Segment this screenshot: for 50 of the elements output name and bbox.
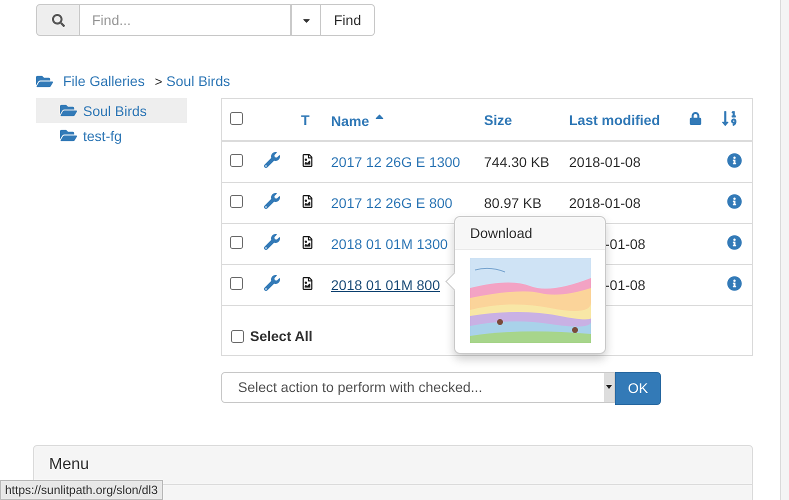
table-cell: 744.30 KB [484,154,550,170]
ok-button[interactable]: OK [615,372,661,404]
table-cell-text: -01-08 [604,276,646,292]
checkbox[interactable] [230,236,243,248]
tree-item[interactable]: Soul Birds [36,98,187,123]
info-icon[interactable] [727,276,742,290]
image-file-icon [301,194,314,208]
select-all-label[interactable]: Select All [250,328,313,344]
column-header[interactable]: Name [331,113,370,129]
checkbox[interactable] [231,330,244,342]
checkbox[interactable] [230,112,243,124]
breadcrumb-link[interactable]: Soul Birds [166,73,230,89]
breadcrumb-link[interactable]: File Galleries [63,73,145,89]
column-header[interactable]: T [301,112,310,128]
table-cell-text: -01-08 [604,236,646,252]
image-file-icon [301,236,314,248]
column-header[interactable]: Last modified [569,112,660,128]
folder-icon [60,127,77,144]
status-url: https://sunlitpath.org/slon/dl3 [0,480,163,500]
wrench-icon[interactable] [264,193,280,209]
checkbox[interactable] [230,154,243,167]
file-link[interactable]: 2018 01 01M 800 [331,276,440,292]
image-file-icon [301,276,314,290]
info-icon[interactable] [727,234,742,250]
table-cell: 2018-01-08 [569,154,641,170]
table-cell: 2018-01-08 [569,194,641,210]
wrench-icon[interactable] [264,152,280,168]
wrench-icon[interactable] [264,275,280,291]
sort-numeric-icon[interactable] [721,110,738,126]
image-file-icon [301,154,314,167]
file-link[interactable]: 2017 12 26G E 1300 [331,154,460,170]
wrench-icon[interactable] [264,234,280,250]
search-icon [36,4,80,36]
checkbox[interactable] [230,194,243,208]
file-link[interactable]: 2018 01 01M 1300 [331,236,448,252]
info-icon[interactable] [727,194,742,208]
column-header[interactable]: Size [484,112,512,128]
search-field[interactable]: Find... [80,4,291,36]
breadcrumb-separator: > [154,74,162,88]
scrollbar[interactable] [780,0,789,500]
tree-item[interactable]: test-fg [36,123,187,148]
lock-icon [689,112,702,124]
action-select[interactable]: Select action to perform with checked... [221,372,615,402]
popover-title[interactable]: Download [455,217,605,250]
info-icon[interactable] [727,152,742,168]
checkbox[interactable] [230,276,243,290]
file-link[interactable]: 2017 12 26G E 800 [331,194,452,210]
folder-icon [60,102,77,119]
find-button[interactable]: Find [321,4,375,36]
table-cell: 80.97 KB [484,194,542,210]
